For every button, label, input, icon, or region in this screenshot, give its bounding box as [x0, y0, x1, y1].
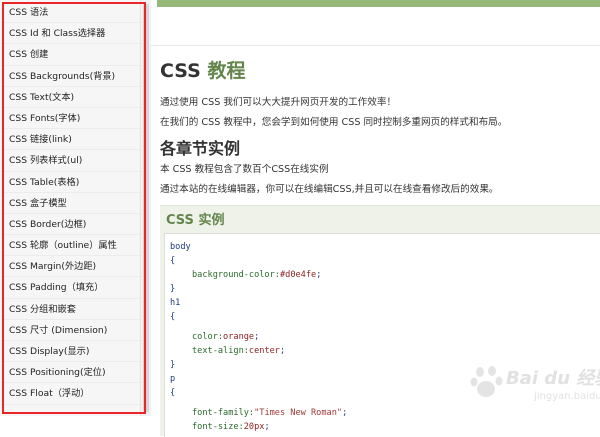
code-punctuation: ;: [342, 408, 348, 418]
code-property: background-color:: [192, 270, 280, 280]
code-value: "Times New Roman": [254, 408, 343, 418]
code-value: 20px: [243, 422, 265, 432]
code-punctuation: ;: [254, 332, 260, 342]
sidebar-item-create[interactable]: CSS 创建: [1, 44, 141, 66]
sidebar-item-table[interactable]: CSS Table(表格): [1, 172, 141, 193]
code-property: text-align:: [192, 346, 249, 356]
code-property: font-family:: [192, 408, 255, 418]
main-content: CSS 教程 通过使用 CSS 我们可以大大提升网页开发的工作效率！ 在我们的 …: [151, 0, 600, 437]
code-line: p: [170, 374, 176, 384]
sidebar-item-box-model[interactable]: CSS 盒子模型: [1, 193, 141, 214]
page-title-accent: 教程: [207, 60, 246, 82]
sidebar-item-outline[interactable]: CSS 轮廓（outline）属性: [1, 235, 141, 257]
code-line: text-align:center;: [192, 344, 285, 358]
sidebar-item-id-class[interactable]: CSS Id 和 Class选择器: [1, 23, 141, 45]
sidebar-item-grouping[interactable]: CSS 分组和嵌套: [1, 299, 141, 320]
sidebar-item-link[interactable]: CSS 链接(link): [1, 129, 141, 151]
code-line: h1: [170, 298, 181, 308]
sidebar-item-margin[interactable]: CSS Margin(外边距): [1, 256, 141, 278]
code-line: }: [170, 284, 176, 294]
sidebar-scrollbar-thumb[interactable]: [143, 4, 149, 412]
sidebar-item-text[interactable]: CSS Text(文本): [1, 87, 141, 108]
code-line: }: [170, 360, 176, 370]
sidebar-item-fonts[interactable]: CSS Fonts(字体): [1, 108, 141, 130]
sidebar-item-padding[interactable]: CSS Padding（填充）: [1, 277, 141, 299]
sidebar-scrollbar[interactable]: [140, 0, 151, 416]
code-line: {: [170, 388, 176, 398]
sidebar-item-syntax[interactable]: CSS 语法: [1, 2, 141, 24]
intro-paragraph-1: 通过使用 CSS 我们可以大大提升网页开发的工作效率！: [160, 97, 397, 108]
code-line: {: [170, 312, 176, 322]
article: CSS 教程 通过使用 CSS 我们可以大大提升网页开发的工作效率！ 在我们的 …: [160, 56, 600, 437]
code-property: font-size:: [192, 422, 244, 432]
page-title: CSS 教程: [160, 56, 600, 86]
code-line: font-family:"Times New Roman";: [192, 406, 347, 420]
code-line: background-color:#d0e4fe;: [192, 268, 321, 282]
sidebar-item-positioning[interactable]: CSS Positioning(定位): [1, 362, 141, 384]
section-paragraph-1: 本 CSS 教程包含了数百个CSS在线实例: [160, 164, 329, 175]
code-line: color:orange;: [192, 330, 259, 344]
section-title: 各章节实例: [160, 139, 241, 158]
sidebar-item-dimension[interactable]: CSS 尺寸 (Dimension): [1, 320, 141, 341]
code-punctuation: ;: [279, 346, 286, 356]
code-value: orange: [223, 332, 255, 342]
sidebar-item-border[interactable]: CSS Border(边框): [1, 214, 141, 236]
code-line: body: [170, 242, 191, 252]
intro-paragraph-2: 在我们的 CSS 教程中，您会学到如何使用 CSS 同时控制多重网页的样式和布局…: [160, 117, 508, 128]
example-title: CSS 实例: [166, 213, 225, 228]
sidebar-item-float[interactable]: CSS Float（浮动）: [1, 383, 141, 405]
code-line: font-size:20px;: [192, 420, 270, 434]
watermark-text: Bai du 经验: [506, 368, 600, 389]
code-punctuation: ;: [316, 270, 322, 280]
code-line: {: [170, 256, 176, 266]
sidebar-item-backgrounds[interactable]: CSS Backgrounds(背景): [1, 66, 141, 87]
code-punctuation: ;: [264, 422, 270, 432]
top-band: [151, 7, 600, 46]
baidu-watermark: Bai du 经验 jingyan.baidu.com: [460, 360, 600, 416]
page-title-prefix: CSS: [160, 60, 201, 82]
top-accent-bar: [157, 0, 600, 7]
code-value: center: [248, 346, 280, 356]
code-property: color:: [192, 332, 224, 342]
sidebar-item-display[interactable]: CSS Display(显示): [1, 341, 141, 363]
sidebar-nav: CSS 语法 CSS Id 和 Class选择器 CSS 创建 CSS Back…: [0, 0, 151, 416]
watermark-url: jingyan.baidu.com: [534, 391, 600, 402]
sidebar-item-list[interactable]: CSS 列表样式(ul): [1, 150, 141, 172]
section-paragraph-2: 通过本站的在线编辑器，你可以在线编辑CSS,并且可以在线查看修改后的效果。: [160, 184, 499, 195]
paw-icon: [470, 366, 503, 397]
sidebar-list: CSS 语法 CSS Id 和 Class选择器 CSS 创建 CSS Back…: [1, 2, 141, 405]
code-value: #d0e4fe: [279, 270, 317, 280]
